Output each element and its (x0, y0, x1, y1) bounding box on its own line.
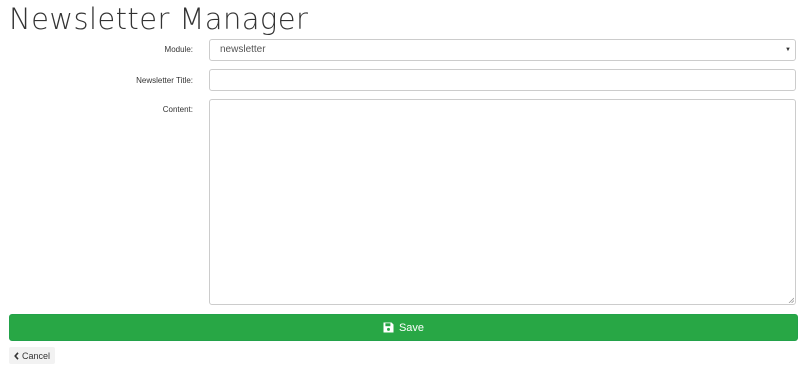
module-label: Module: (164, 45, 193, 54)
content-label: Content: (162, 105, 193, 114)
page-title: Newsletter Manager (9, 2, 309, 36)
chevron-left-icon (14, 351, 19, 360)
save-label: Save (398, 321, 425, 334)
cancel-link[interactable]: Cancel (9, 347, 56, 364)
caret-down-icon: ▼ (785, 47, 791, 53)
save-button[interactable]: Save (9, 314, 798, 341)
cancel-label: Cancel (22, 350, 51, 361)
floppy-disk-icon (383, 322, 394, 333)
module-select-value: newsletter (220, 44, 266, 55)
newsletter-title-input[interactable] (209, 69, 796, 91)
newsletter-title-label: Newsletter Title: (136, 76, 193, 85)
content-textarea[interactable] (209, 99, 796, 305)
resize-grip-icon[interactable] (788, 297, 794, 303)
module-select[interactable]: newsletter ▼ (209, 39, 796, 61)
